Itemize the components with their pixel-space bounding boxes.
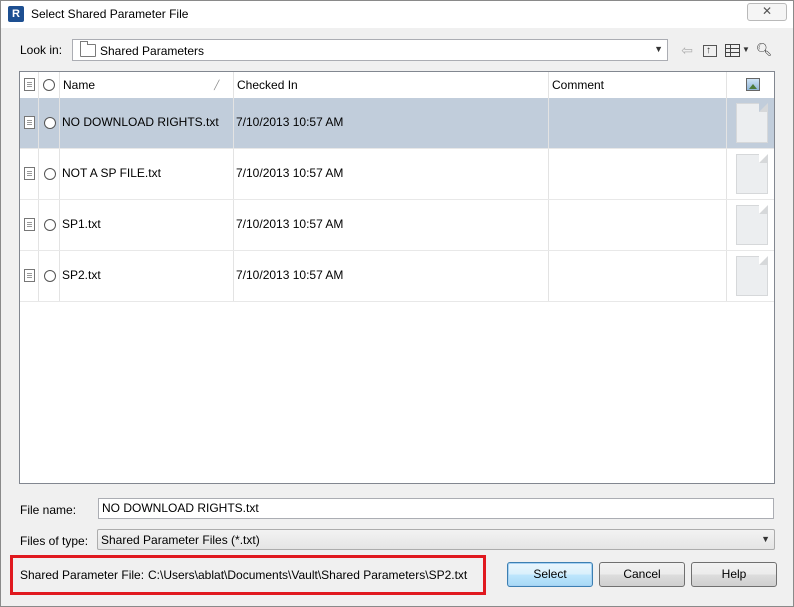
close-button[interactable]: ✕ (747, 3, 787, 21)
column-header-name-label: Name (63, 78, 96, 92)
document-icon (24, 116, 35, 129)
thumbnail-cell (727, 149, 774, 199)
checked-in-cell: 7/10/2013 10:57 AM (234, 98, 549, 148)
status-circle-icon (44, 270, 56, 282)
column-header-comment[interactable]: Comment (549, 72, 727, 98)
file-type-cell (20, 200, 39, 250)
status-cell (39, 98, 60, 148)
file-name-cell[interactable]: NOT A SP FILE.txt (60, 149, 234, 199)
file-list[interactable]: Name ╱ Checked In Comment NO DOWNLOAD RIG… (19, 71, 775, 484)
file-name-label: File name: (20, 503, 77, 517)
comment-cell (549, 251, 727, 301)
thumbnail-cell (727, 200, 774, 250)
file-name-input[interactable]: NO DOWNLOAD RIGHTS.txt (98, 498, 774, 519)
title-bar: R Select Shared Parameter File ✕ (1, 1, 793, 28)
document-icon (24, 218, 35, 231)
header-file-type[interactable] (20, 72, 39, 98)
thumbnail-cell (727, 251, 774, 301)
column-header-thumbnail[interactable] (727, 72, 774, 98)
select-button[interactable]: Select (507, 562, 593, 587)
file-name-cell[interactable]: SP2.txt (60, 251, 234, 301)
file-name-cell[interactable]: SP1.txt (60, 200, 234, 250)
chevron-down-icon[interactable]: ▼ (654, 44, 663, 54)
document-icon (24, 78, 35, 91)
up-one-level-icon[interactable] (701, 41, 719, 60)
back-arrow-icon[interactable]: ⇦ (678, 41, 696, 59)
look-in-value: Shared Parameters (100, 44, 205, 58)
shared-parameter-file-path: C:\Users\ablat\Documents\Vault\Shared Pa… (148, 568, 468, 582)
help-button[interactable]: Help (691, 562, 777, 587)
shared-parameter-file-label: Shared Parameter File: (20, 568, 145, 582)
document-icon (24, 269, 35, 282)
status-cell (39, 251, 60, 301)
select-shared-parameter-file-dialog: R Select Shared Parameter File ✕ Look in… (0, 0, 794, 607)
file-name-cell[interactable]: NO DOWNLOAD RIGHTS.txt (60, 98, 234, 148)
cancel-button[interactable]: Cancel (599, 562, 685, 587)
file-row[interactable]: NO DOWNLOAD RIGHTS.txt 7/10/2013 10:57 A… (20, 98, 774, 149)
views-menu-icon[interactable]: ▼ (723, 41, 750, 59)
status-cell (39, 149, 60, 199)
column-header-checked-in[interactable]: Checked In (234, 72, 549, 98)
document-icon (24, 167, 35, 180)
header-status[interactable] (39, 72, 60, 98)
comment-cell (549, 149, 727, 199)
files-of-type-label: Files of type: (20, 534, 89, 548)
thumbnail-cell (727, 98, 774, 148)
look-in-dropdown[interactable]: Shared Parameters ▼ (72, 39, 668, 61)
status-cell (39, 200, 60, 250)
file-type-cell (20, 149, 39, 199)
comment-cell (549, 98, 727, 148)
file-thumbnail-icon (736, 256, 768, 296)
look-in-label: Look in: (20, 43, 63, 57)
sort-ascending-icon: ╱ (214, 80, 220, 90)
file-thumbnail-icon (736, 154, 768, 194)
picture-icon (746, 78, 760, 91)
status-circle-icon (43, 79, 55, 91)
file-row[interactable]: SP1.txt 7/10/2013 10:57 AM (20, 200, 774, 251)
file-type-cell (20, 98, 39, 148)
file-row[interactable]: NOT A SP FILE.txt 7/10/2013 10:57 AM (20, 149, 774, 200)
checked-in-cell: 7/10/2013 10:57 AM (234, 149, 549, 199)
comment-cell (549, 200, 727, 250)
status-circle-icon (44, 219, 56, 231)
status-circle-icon (44, 168, 56, 180)
files-of-type-dropdown[interactable]: Shared Parameter Files (*.txt) ▼ (97, 529, 775, 550)
column-header-comment-label: Comment (552, 78, 605, 92)
checked-in-cell: 7/10/2013 10:57 AM (234, 251, 549, 301)
find-files-icon[interactable]: 🔍︎ (755, 41, 773, 59)
file-thumbnail-icon (736, 103, 768, 143)
window-title: Select Shared Parameter File (31, 7, 189, 21)
file-row[interactable]: SP2.txt 7/10/2013 10:57 AM (20, 251, 774, 302)
status-circle-icon (44, 117, 56, 129)
checked-in-cell: 7/10/2013 10:57 AM (234, 200, 549, 250)
file-list-header: Name ╱ Checked In Comment (20, 72, 774, 99)
file-type-cell (20, 251, 39, 301)
file-thumbnail-icon (736, 205, 768, 245)
revit-app-icon: R (8, 6, 24, 22)
column-header-checked-in-label: Checked In (237, 78, 298, 92)
column-header-name[interactable]: Name ╱ (60, 72, 234, 98)
chevron-down-icon[interactable]: ▼ (761, 534, 770, 544)
folder-icon (80, 41, 96, 57)
files-of-type-value: Shared Parameter Files (*.txt) (101, 533, 260, 547)
